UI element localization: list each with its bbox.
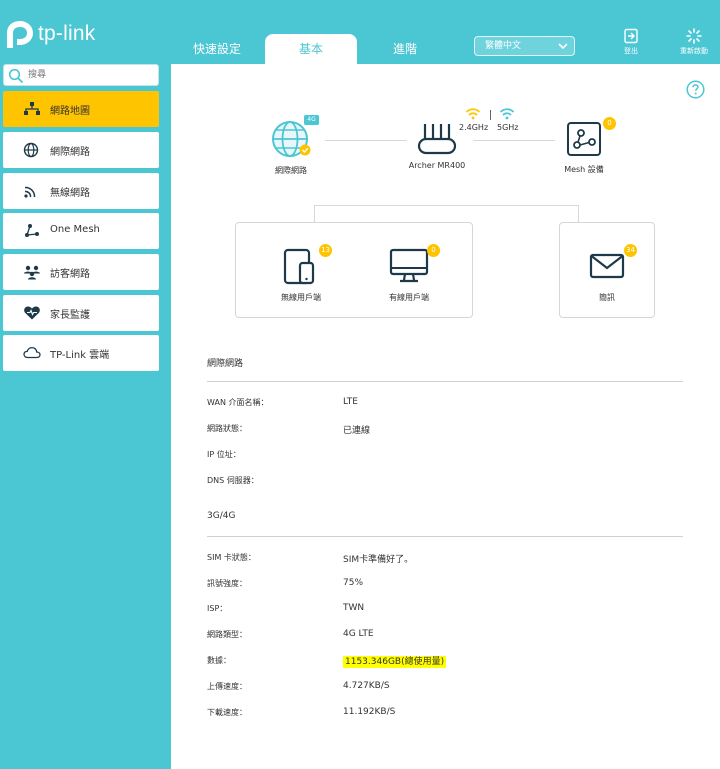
chevron-down-icon [558,43,568,50]
sidebar-item-label: TP-Link 雲端 [50,350,110,361]
wired-clients-badge: 0 [427,244,440,257]
logout-icon [624,28,638,44]
mesh-icon [25,224,39,237]
dns-server-key: DNS 伺服器： [207,476,259,485]
sidebar-item-one-mesh[interactable]: One Mesh [3,213,159,249]
sidebar-item-label: 網際網路 [50,147,90,158]
sidebar-item-label: One Mesh [50,224,100,235]
router-icon [417,124,457,155]
logout-button[interactable]: 登出 [616,28,646,56]
sms-count-badge: 34 [624,244,637,257]
section-divider [207,536,683,537]
logout-label: 登出 [624,47,638,55]
mesh-count-badge: 0 [603,117,616,130]
wan-interface-key: WAN 介面名稱： [207,398,269,407]
envelope-icon [589,253,625,279]
map-connector [578,205,579,222]
data-usage-highlight: 1153.346GB(總使用量) [343,656,447,668]
help-icon[interactable] [686,80,705,99]
wifi-5ghz-icon [499,108,515,120]
data-usage-value: 1153.346GB(總使用量) [343,654,447,668]
signal-strength-value: 75% [343,578,364,588]
band-5ghz-label: 5GHz [497,123,519,132]
mesh-node-label: Mesh 設備 [564,165,604,174]
isp-value: TWN [343,603,365,613]
search-input[interactable] [28,67,153,83]
logo-text: tp-link [38,22,96,45]
reboot-label: 重新啟動 [680,47,708,55]
sidebar-item-network-map[interactable]: 網路地圖 [3,91,159,127]
sidebar-item-tplink-cloud[interactable]: TP-Link 雲端 [3,335,159,371]
sidebar-search[interactable] [3,64,159,86]
download-speed-key: 下載速度： [207,708,247,717]
wireless-clients-badge: 13 [319,244,332,257]
sidebar-item-label: 網路地圖 [50,106,90,117]
clients-card [235,222,473,318]
tab-basic[interactable]: 基本 [265,34,357,65]
internet-section-title: 網際網路 [207,359,244,369]
sidebar-item-parental-controls[interactable]: 家長監護 [3,295,159,331]
internet-node-label: 網際網路 [275,166,307,175]
network-type-value: 4G LTE [343,629,374,639]
tablet-phone-icon [283,248,315,285]
wired-clients-label: 有線用戶端 [389,293,429,302]
sidebar-item-internet[interactable]: 網際網路 [3,132,159,168]
cellular-section-title: 3G/4G [207,511,236,521]
router-model-label: Archer MR400 [408,161,466,170]
map-connector [325,140,407,141]
main-panel: 4G 網際網路 Archer MR400 2.4GHz 5GHz 0 Mesh … [171,64,720,769]
heart-icon [24,306,40,320]
sim-status-value: SIM卡準備好了。 [343,555,414,565]
wireless-icon [24,186,36,198]
wireless-clients-label: 無線用戶端 [281,293,321,302]
map-connector [314,205,315,222]
band-2.4ghz-label: 2.4GHz [459,123,489,132]
sidebar-item-guest[interactable]: 訪客網路 [3,254,159,290]
network-type-key: 網路類型： [207,630,247,639]
tab-quick-setup[interactable]: 快速設定 [171,34,263,64]
reboot-button[interactable]: 重新啟動 [679,28,709,56]
wan-interface-value: LTE [343,397,358,407]
map-connector [314,205,579,206]
data-usage-key: 數據： [207,656,231,665]
mesh-device-icon [567,122,601,156]
search-icon [8,68,24,84]
globe-icon [272,121,311,157]
map-connector [473,140,555,141]
sidebar-item-label: 訪客網路 [50,269,90,280]
network-status-value: 已連線 [343,426,371,436]
guest-icon [24,265,40,280]
band-divider [490,110,491,120]
tab-advanced[interactable]: 進階 [359,34,451,64]
signal-strength-key: 訊號強度： [207,579,247,588]
sidebar-item-label: 家長監護 [50,310,90,321]
language-select[interactable]: 繁體中文 [474,36,575,56]
sidebar-item-label: 無線網路 [50,188,90,199]
globe-icon [23,142,39,158]
sidebar-item-wireless[interactable]: 無線網路 [3,173,159,209]
section-divider [207,381,683,382]
desktop-monitor-icon [389,248,429,283]
reboot-spinner-icon [686,28,702,44]
network-map-icon [24,102,40,115]
download-speed-value: 11.192KB/S [343,707,396,717]
lte-badge: 4G [304,115,319,125]
network-status-key: 網路狀態： [207,424,247,433]
language-value: 繁體中文 [485,41,522,51]
cloud-icon [23,346,41,359]
wifi-2.4ghz-icon [465,108,481,120]
upload-speed-key: 上傳速度： [207,682,247,691]
ip-address-key: IP 位址： [207,450,241,459]
sms-label: 簡訊 [599,293,615,302]
isp-key: ISP： [207,604,228,613]
upload-speed-value: 4.727KB/S [343,681,390,691]
sim-status-key: SIM 卡狀態： [207,553,256,562]
